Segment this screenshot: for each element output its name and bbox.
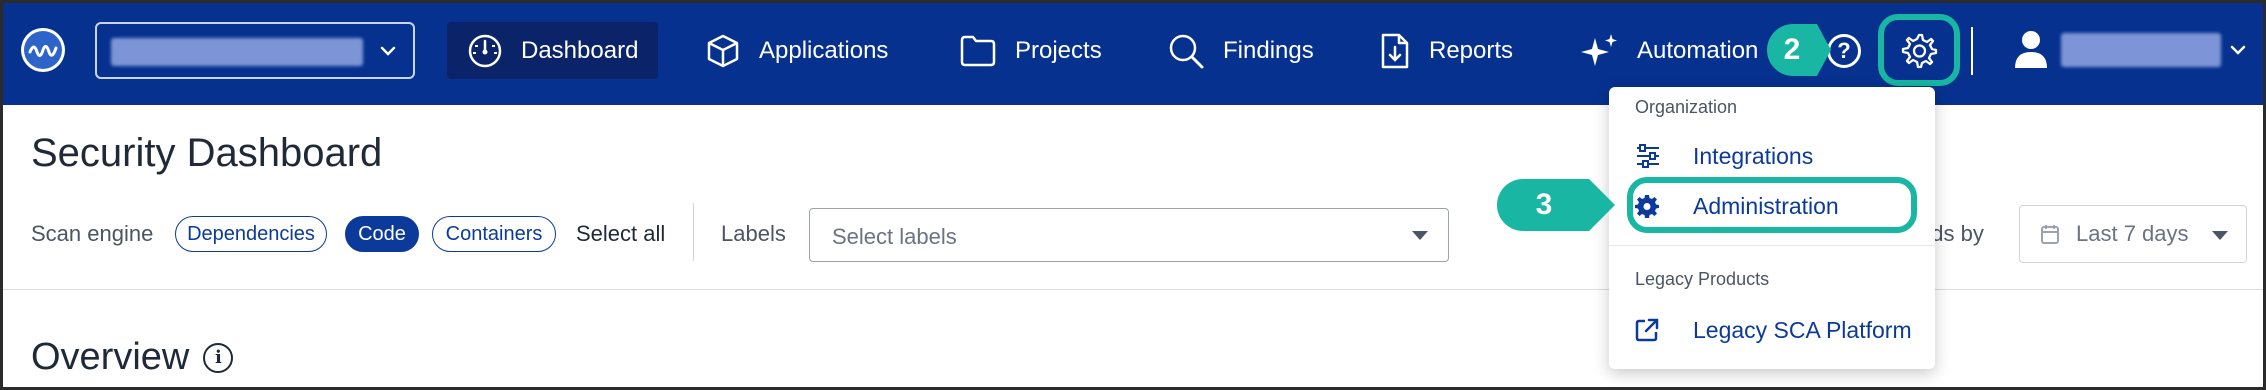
menu-divider [1609,245,1935,246]
info-icon[interactable]: i [203,342,234,373]
page-title: Security Dashboard [31,131,383,175]
highlight-ring [1627,177,1917,233]
date-range-value: Last 7 days [2076,221,2189,246]
settings-menu: Organization Integrations Administration… [1609,87,1935,369]
nav-findings[interactable]: Findings [1167,22,1314,79]
labels-label: Labels [721,221,786,246]
menu-item-legacy-platform[interactable]: Legacy SCA Platform [1635,313,1912,347]
chip-label: Code [358,222,406,245]
folder-icon [960,35,996,66]
menu-item-legacy-label: Legacy SCA Platform [1693,316,1912,343]
dashboard-gauge-icon [468,34,502,67]
nav-divider [1971,27,1973,75]
step-number: 3 [1535,188,1553,221]
labels-select[interactable]: Select labels [809,208,1449,262]
nav-projects[interactable]: Projects [959,22,1102,79]
info-symbol: i [214,347,222,368]
redacted-user-name [2061,33,2221,67]
nav-reports[interactable]: Reports [1379,22,1513,79]
chip-label: Dependencies [187,222,315,245]
chip-containers[interactable]: Containers [432,216,556,252]
nav-findings-label: Findings [1223,36,1314,64]
menu-item-administration[interactable]: Administration [1627,177,1917,233]
external-link-icon [1635,318,1663,342]
caret-down-icon [1412,231,1428,240]
user-avatar-icon[interactable] [2013,29,2049,74]
labels-placeholder: Select labels [832,224,957,249]
settings-button[interactable] [1878,14,1960,86]
sparkle-icon [1581,33,1617,66]
search-icon [1169,34,1204,68]
menu-item-integrations[interactable]: Integrations [1635,139,1813,173]
chip-dependencies[interactable]: Dependencies [175,216,327,252]
menu-section-organization: Organization [1635,97,1738,117]
nav-dashboard-label: Dashboard [521,36,639,64]
scan-engine-label: Scan engine [31,221,154,246]
help-icon[interactable]: ? [1827,34,1861,68]
caret-down-icon [2212,231,2228,240]
nav-projects-label: Projects [1015,36,1102,64]
sliders-icon [1635,144,1663,168]
nav-dashboard[interactable]: Dashboard [447,22,659,79]
chevron-down-icon[interactable] [2229,41,2247,64]
menu-section-legacy: Legacy Products [1635,269,1770,289]
redacted-tenant-name [111,38,363,66]
nav-applications-label: Applications [759,36,889,64]
app-logo[interactable] [21,28,65,72]
nav-automation[interactable]: Automation [1579,22,1758,79]
gear-icon [1901,33,1938,69]
chip-code[interactable]: Code [345,216,419,252]
date-range-select[interactable]: Last 7 days [2019,205,2247,263]
chevron-down-icon [379,42,397,65]
calendar-icon [2041,225,2059,244]
tenant-selector[interactable] [95,22,415,79]
overview-heading: Overview i [31,336,234,379]
select-all-link[interactable]: Select all [576,221,665,247]
cube-icon [707,34,739,67]
app-window: Dashboard Applications Projects Findings… [0,0,2266,390]
nav-applications[interactable]: Applications [705,22,888,79]
help-symbol: ? [1837,38,1851,63]
chip-label: Containers [445,222,543,245]
filter-divider [693,203,694,261]
menu-item-integrations-label: Integrations [1693,142,1814,169]
logo-mark-icon [24,31,62,69]
overview-title: Overview [31,336,190,378]
report-download-icon [1381,33,1409,68]
nav-automation-label: Automation [1637,36,1759,64]
nav-reports-label: Reports [1429,36,1514,64]
step-number: 2 [1783,33,1801,66]
